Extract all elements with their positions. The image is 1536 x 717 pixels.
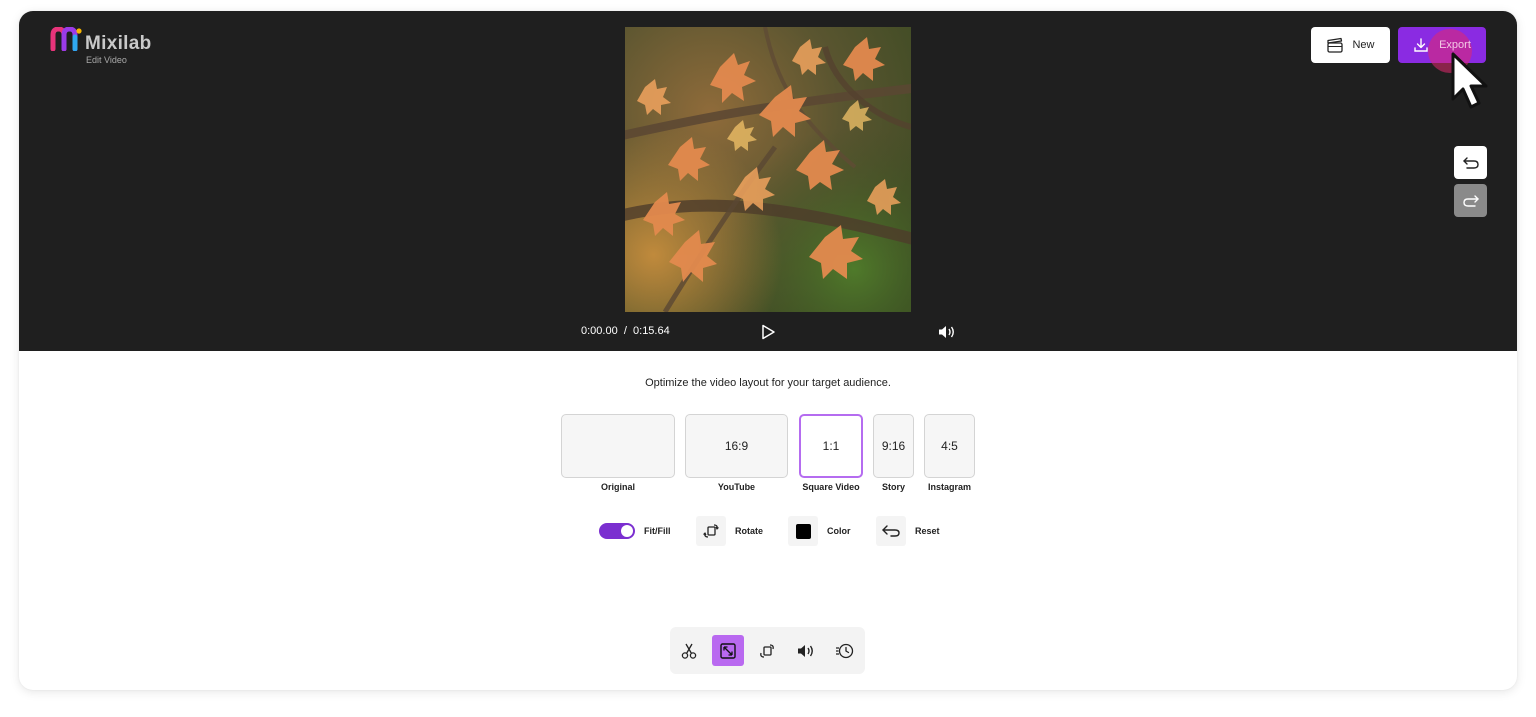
playback-time: 0:00.00 / 0:15.64 — [581, 325, 670, 337]
tool-resize[interactable] — [712, 635, 744, 666]
color-button[interactable]: Color — [788, 516, 851, 546]
ratio-instagram-label: Instagram — [927, 482, 971, 492]
tool-rotate[interactable] — [751, 635, 783, 666]
toggle-knob — [621, 525, 633, 537]
resize-icon — [720, 642, 736, 659]
ratio-youtube-box: 16:9 — [685, 414, 788, 478]
autumn-leaves-image — [625, 27, 911, 312]
player-controls: 0:00.00 / 0:15.64 — [19, 316, 1517, 346]
scissors-icon — [681, 643, 697, 659]
play-button[interactable] — [759, 323, 777, 341]
ratio-instagram-box: 4:5 — [924, 414, 975, 478]
tool-trim[interactable] — [673, 635, 705, 666]
clapperboard-icon — [1327, 37, 1344, 53]
tool-volume[interactable] — [790, 635, 822, 666]
ratio-square-box: 1:1 — [799, 414, 863, 478]
reset-button[interactable]: Reset — [876, 516, 940, 546]
brand-name: Mixilab — [85, 33, 152, 54]
click-highlight — [1428, 29, 1472, 73]
layout-instruction: Optimize the video layout for your targe… — [645, 377, 891, 389]
ratio-story[interactable]: 9:16 Story — [873, 414, 914, 492]
brand-subtitle: Edit Video — [86, 55, 127, 65]
video-preview[interactable] — [625, 27, 911, 312]
bottom-toolbar — [670, 627, 865, 674]
volume-icon — [939, 326, 954, 338]
volume-icon — [798, 644, 813, 657]
new-button-label: New — [1352, 39, 1375, 51]
undo-icon — [1462, 156, 1479, 169]
reset-label: Reset — [915, 526, 940, 536]
time-separator: / — [623, 325, 627, 337]
rotate-button[interactable]: Rotate — [696, 516, 763, 546]
fit-fill-switch[interactable] — [599, 523, 635, 539]
undo-button[interactable] — [1454, 146, 1487, 179]
rotate-label: Rotate — [735, 526, 764, 536]
fit-fill-label: Fit/Fill — [644, 526, 671, 536]
color-label: Color — [827, 526, 851, 536]
new-button[interactable]: New — [1311, 27, 1390, 63]
rotate-icon — [760, 643, 774, 658]
export-button[interactable]: Export — [1398, 27, 1486, 73]
ratio-original[interactable]: Original — [561, 414, 675, 492]
ratio-original-label: Original — [600, 482, 635, 492]
current-time: 0:00.00 — [581, 325, 618, 337]
ratio-youtube[interactable]: 16:9 YouTube — [685, 414, 788, 492]
reset-icon — [882, 525, 900, 537]
reset-tile — [876, 516, 906, 546]
app-window: Mixilab Edit Video 0:00.00 / 0:15.64 New… — [19, 11, 1517, 690]
ratio-story-label: Story — [881, 482, 905, 492]
tool-speed[interactable] — [829, 635, 861, 666]
ratio-story-box: 9:16 — [873, 414, 914, 478]
preview-area: Mixilab Edit Video 0:00.00 / 0:15.64 New… — [19, 11, 1517, 351]
speed-icon — [836, 643, 854, 658]
color-tile — [788, 516, 818, 546]
total-duration: 0:15.64 — [633, 325, 670, 337]
export-button-label: Export — [1439, 39, 1471, 51]
ratio-instagram[interactable]: 4:5 Instagram — [924, 414, 975, 492]
fit-fill-toggle[interactable]: Fit/Fill — [599, 516, 671, 546]
color-swatch — [795, 523, 811, 539]
redo-button[interactable] — [1454, 184, 1487, 217]
redo-icon — [1462, 194, 1479, 207]
rotate-icon — [703, 524, 719, 538]
ratio-youtube-label: YouTube — [717, 482, 756, 492]
mixilab-logo-icon — [50, 27, 82, 51]
ratio-square-video[interactable]: 1:1 Square Video — [799, 414, 863, 492]
rotate-tile — [696, 516, 726, 546]
play-icon — [762, 324, 775, 340]
ratio-original-box — [561, 414, 675, 478]
volume-button[interactable] — [937, 323, 957, 341]
ratio-square-label: Square Video — [802, 482, 860, 492]
download-icon — [1414, 38, 1428, 52]
